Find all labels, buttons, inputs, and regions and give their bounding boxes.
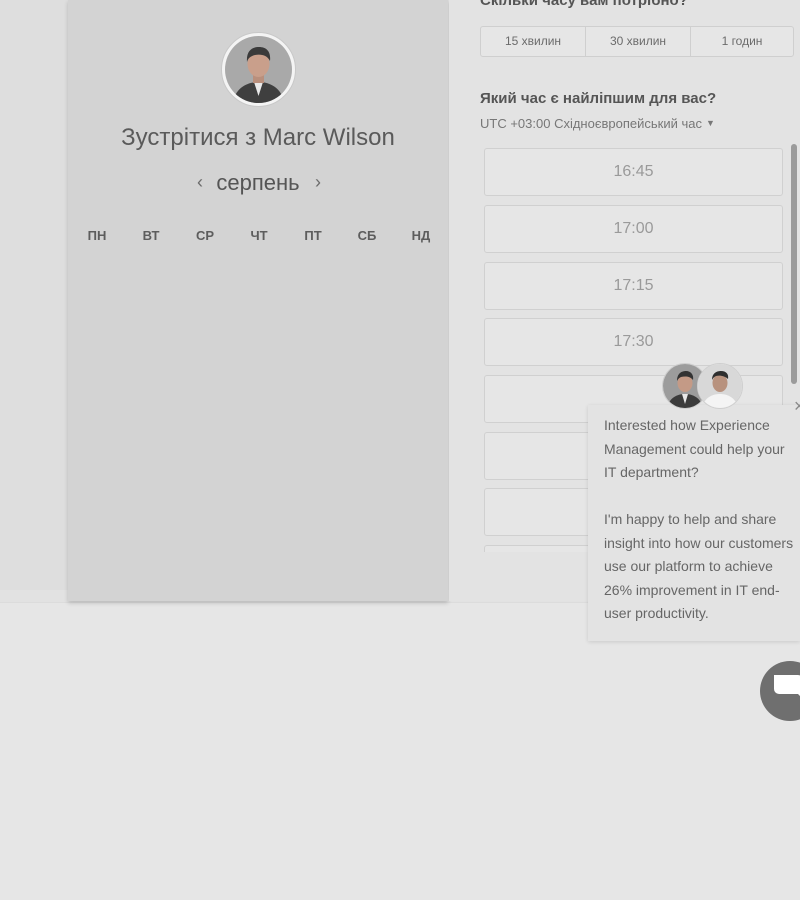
duration-option-30[interactable]: 30 хвилин (585, 27, 690, 56)
time-slot[interactable]: 16:45 (484, 148, 783, 196)
weekday-sun: НД (411, 228, 431, 243)
booking-title: Зустрітися з Marc Wilson (121, 124, 395, 151)
chat-message: Interested how Experience Management cou… (604, 414, 800, 649)
month-label: серпень (216, 170, 300, 195)
weekday-thu: ЧТ (250, 228, 268, 243)
weekday-wed: СР (195, 228, 215, 243)
close-icon[interactable]: × (794, 396, 800, 417)
weekday-mon: ПН (87, 228, 107, 243)
time-question: Який час є найліпшим для вас? (480, 90, 717, 107)
time-slot[interactable]: 17:15 (484, 262, 783, 310)
timezone-select[interactable]: UTC +03:00 Східноєвропейський час ▼ (480, 116, 715, 131)
booking-card: Зустрітися з Marc Wilson ‹ серпень › ПН … (68, 0, 448, 601)
chat-message-intro: Interested how Experience Management cou… (604, 417, 785, 480)
caret-down-icon: ▼ (705, 118, 715, 128)
weekday-header: ПН ВТ СР ЧТ ПТ СБ НД (70, 228, 450, 248)
weekday-sat: СБ (357, 228, 377, 243)
chevron-left-icon[interactable]: ‹ (190, 171, 210, 193)
duration-question: Скільки часу вам потрібно? (480, 0, 688, 9)
slot-scrollbar[interactable] (791, 144, 797, 384)
weekday-tue: ВТ (142, 228, 160, 243)
time-slot[interactable]: 17:30 (484, 318, 783, 366)
host-avatar (221, 32, 296, 107)
month-navigation: ‹ серпень › (68, 168, 448, 198)
duration-option-15[interactable]: 15 хвилин (481, 27, 585, 56)
time-slot[interactable]: 17:00 (484, 205, 783, 253)
chevron-right-icon[interactable]: › (308, 171, 328, 193)
chat-popup: Interested how Experience Management cou… (588, 405, 800, 641)
timezone-label: UTC +03:00 Східноєвропейський час (480, 116, 702, 131)
host-photo (225, 36, 292, 103)
agent-avatar-2 (697, 363, 743, 409)
agent-photo-2 (698, 364, 742, 408)
chat-message-body: I'm happy to help and share insight into… (604, 511, 794, 621)
weekday-fri: ПТ (304, 228, 322, 243)
duration-option-60[interactable]: 1 годин (690, 27, 793, 56)
duration-selector: 15 хвилин 30 хвилин 1 годин (480, 26, 794, 57)
chat-bubble-icon (774, 675, 800, 696)
chat-launcher-button[interactable] (760, 661, 800, 721)
